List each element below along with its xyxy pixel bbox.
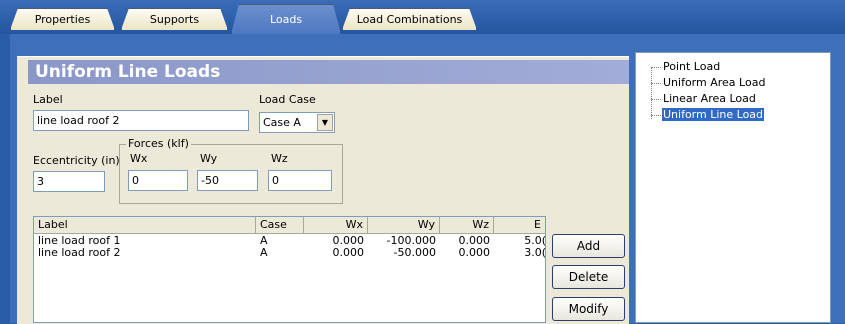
column-header-wy[interactable]: Wy: [368, 217, 440, 233]
label-input[interactable]: [33, 110, 249, 131]
add-button[interactable]: Add: [552, 234, 625, 258]
column-header-wz[interactable]: Wz: [440, 217, 494, 233]
wz-caption: Wz: [271, 152, 288, 165]
wy-caption: Wy: [200, 152, 218, 165]
load-case-value: Case A: [263, 116, 301, 129]
table-header: Label Case Wx Wy Wz E: [34, 217, 545, 234]
column-header-label[interactable]: Label: [34, 217, 256, 233]
tab-supports[interactable]: Supports: [121, 8, 228, 30]
cell-e: 3.0(: [524, 246, 546, 259]
tree-connector: [651, 67, 661, 68]
load-case-select[interactable]: Case A ▼: [259, 112, 335, 133]
label-caption: Label: [33, 93, 63, 106]
wx-input[interactable]: [128, 170, 188, 191]
tree-connector: [651, 115, 661, 116]
column-header-e[interactable]: E: [494, 217, 545, 233]
forces-caption: Forces (klf): [126, 137, 191, 150]
column-header-wx[interactable]: Wx: [304, 217, 368, 233]
tab-properties[interactable]: Properties: [10, 8, 115, 30]
cell-wy: -50.000: [393, 246, 436, 259]
cell-wx: 0.000: [332, 246, 365, 259]
tree-item-uniform-line-load[interactable]: Uniform Line Load: [660, 107, 766, 122]
tree-item-point-load[interactable]: Point Load: [663, 60, 720, 73]
tree-item-linear-area-load[interactable]: Linear Area Load: [663, 92, 756, 105]
load-case-caption: Load Case: [259, 93, 316, 106]
tree-connector: [651, 83, 661, 84]
column-header-case[interactable]: Case: [256, 217, 304, 233]
eccentricity-caption: Eccentricity (in): [33, 154, 120, 167]
eccentricity-input[interactable]: [33, 171, 105, 192]
tree-connector: [651, 67, 652, 119]
loads-table[interactable]: Label Case Wx Wy Wz E line load roof 1 A…: [33, 216, 546, 323]
modify-button[interactable]: Modify: [552, 297, 625, 321]
delete-button[interactable]: Delete: [552, 265, 625, 289]
tree-connector: [651, 99, 661, 100]
table-row[interactable]: line load roof 2 A 0.000 -50.000 0.000 3…: [34, 246, 546, 259]
tab-loads[interactable]: Loads: [231, 4, 341, 34]
cell-label: line load roof 2: [38, 246, 121, 259]
wx-caption: Wx: [130, 152, 148, 165]
section-title: Uniform Line Loads: [28, 60, 629, 84]
wy-input[interactable]: [197, 170, 258, 191]
cell-case: A: [260, 246, 268, 259]
tab-bar: Properties Supports Loads Load Combinati…: [0, 0, 845, 34]
cell-wz: 0.000: [458, 246, 491, 259]
tree-item-uniform-area-load[interactable]: Uniform Area Load: [663, 76, 765, 89]
tab-load-combinations[interactable]: Load Combinations: [342, 8, 477, 30]
chevron-down-icon[interactable]: ▼: [317, 114, 333, 131]
wz-input[interactable]: [268, 170, 332, 191]
